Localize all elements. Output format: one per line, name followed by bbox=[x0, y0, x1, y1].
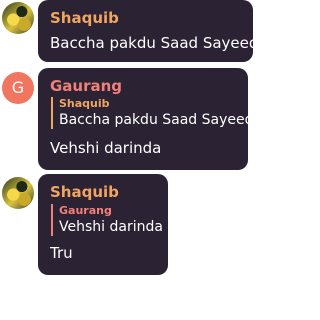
message-bubble[interactable]: Shaquib Gaurang Vehshi darinda Tru bbox=[38, 174, 168, 275]
sender-name[interactable]: Gaurang bbox=[50, 77, 122, 95]
reply-sender-name: Gaurang bbox=[59, 204, 112, 217]
reply-text: Baccha pakdu Saad Sayeed bbox=[59, 112, 254, 128]
sender-name[interactable]: Shaquib bbox=[50, 9, 119, 27]
avatar-shaquib[interactable] bbox=[2, 177, 34, 209]
reply-text: Vehshi darinda bbox=[59, 219, 163, 235]
message-text: Tru bbox=[50, 244, 73, 262]
avatar-letter: G bbox=[11, 78, 25, 97]
reply-sender-name: Shaquib bbox=[59, 97, 110, 110]
message-text: Baccha pakdu Saad Sayeed bbox=[50, 34, 259, 52]
avatar-shaquib[interactable] bbox=[2, 2, 34, 34]
message-bubble[interactable]: Gaurang Shaquib Baccha pakdu Saad Sayeed… bbox=[38, 68, 254, 170]
sender-name[interactable]: Shaquib bbox=[50, 183, 119, 201]
message-text: Vehshi darinda bbox=[50, 139, 162, 157]
avatar-gaurang[interactable]: G bbox=[2, 72, 34, 104]
reply-quote[interactable]: Shaquib Baccha pakdu Saad Sayeed bbox=[51, 97, 254, 129]
message-bubble[interactable]: Shaquib Baccha pakdu Saad Sayeed bbox=[38, 0, 258, 62]
reply-quote[interactable]: Gaurang Vehshi darinda bbox=[51, 204, 163, 236]
